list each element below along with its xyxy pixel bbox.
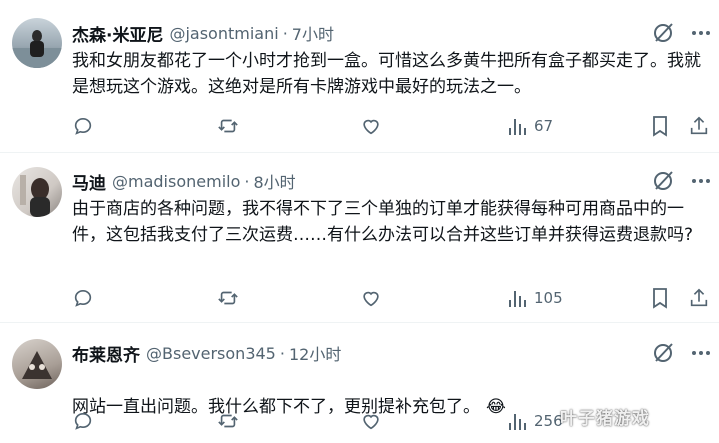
share-icon <box>690 116 708 135</box>
reply-button[interactable] <box>72 111 94 141</box>
views-button[interactable]: 105 <box>508 283 563 313</box>
separator: · <box>244 171 250 191</box>
views-count: 67 <box>534 117 554 135</box>
retweet-icon <box>218 414 238 428</box>
grok-icon[interactable] <box>651 340 677 366</box>
tweet-text: 我和女朋友都花了一个小时才抢到一盒。可惜这么多黄牛把所有盒子都买走了。我就是想玩… <box>72 51 701 97</box>
views-count: 256 <box>534 412 563 430</box>
retweet-button[interactable] <box>216 406 240 436</box>
views-count: 105 <box>534 289 563 307</box>
like-icon <box>363 414 379 430</box>
tweet-header: 布莱恩齐 @Bseverson345 · 12小时 <box>72 340 341 366</box>
bookmark-icon <box>653 116 667 137</box>
tweet-header: 杰森·米亚尼 @jasontmiani · 7小时 <box>72 20 334 46</box>
grok-icon[interactable] <box>651 20 677 46</box>
avatar[interactable] <box>12 18 62 68</box>
display-name[interactable]: 马迪 <box>72 169 106 194</box>
views-icon <box>509 119 526 135</box>
retweet-icon <box>218 119 238 133</box>
action-bar: 67 <box>0 111 719 141</box>
reply-button[interactable] <box>72 406 94 436</box>
display-name[interactable]: 布莱恩齐 <box>72 341 140 366</box>
like-button[interactable] <box>360 406 382 436</box>
views-button[interactable]: 67 <box>508 111 553 141</box>
share-button[interactable] <box>688 111 710 141</box>
grok-icon[interactable] <box>651 168 677 194</box>
watermark: 叶子猪游戏 <box>560 409 650 429</box>
more-icon[interactable] <box>690 340 712 366</box>
bookmark-button[interactable] <box>650 283 670 313</box>
retweet-button[interactable] <box>216 283 240 313</box>
reply-icon <box>74 290 92 307</box>
user-handle[interactable]: @madisonemilo <box>112 172 240 191</box>
reply-icon <box>74 118 92 135</box>
separator: · <box>282 23 288 43</box>
timestamp[interactable]: 12小时 <box>289 341 341 365</box>
like-button[interactable] <box>360 111 382 141</box>
bookmark-button[interactable] <box>650 111 670 141</box>
like-button[interactable] <box>360 283 382 313</box>
share-icon <box>690 288 708 307</box>
reply-icon <box>74 413 92 430</box>
retweet-icon <box>218 291 238 305</box>
separator: · <box>279 343 285 363</box>
views-icon <box>509 414 526 430</box>
tweet-text: 由于商店的各种问题，我不得不下了三个单独的订单才能获得每种可用商品中的一件，这包… <box>72 199 694 245</box>
tweet-header: 马迪 @madisonemilo · 8小时 <box>72 168 296 194</box>
display-name[interactable]: 杰森·米亚尼 <box>72 21 163 46</box>
avatar[interactable] <box>12 167 62 217</box>
views-button[interactable]: 256 <box>508 406 563 436</box>
share-button[interactable] <box>688 283 710 313</box>
tweet-1[interactable]: 杰森·米亚尼 @jasontmiani · 7小时 我和女朋友都花了一个小时才抢… <box>0 0 719 150</box>
views-icon <box>509 291 526 307</box>
more-icon[interactable] <box>690 168 712 194</box>
like-icon <box>363 119 379 135</box>
user-handle[interactable]: @jasontmiani <box>169 24 278 43</box>
timestamp[interactable]: 8小时 <box>253 169 295 193</box>
like-icon <box>363 291 379 307</box>
user-handle[interactable]: @Bseverson345 <box>146 344 276 363</box>
tweet-2[interactable]: 马迪 @madisonemilo · 8小时 由于商店的各种问题，我不得不下了三… <box>0 153 719 321</box>
avatar[interactable] <box>12 339 62 389</box>
timestamp[interactable]: 7小时 <box>292 21 334 45</box>
retweet-button[interactable] <box>216 111 240 141</box>
bookmark-icon <box>653 288 667 309</box>
more-icon[interactable] <box>690 20 712 46</box>
action-bar: 105 <box>0 283 719 313</box>
reply-button[interactable] <box>72 283 94 313</box>
